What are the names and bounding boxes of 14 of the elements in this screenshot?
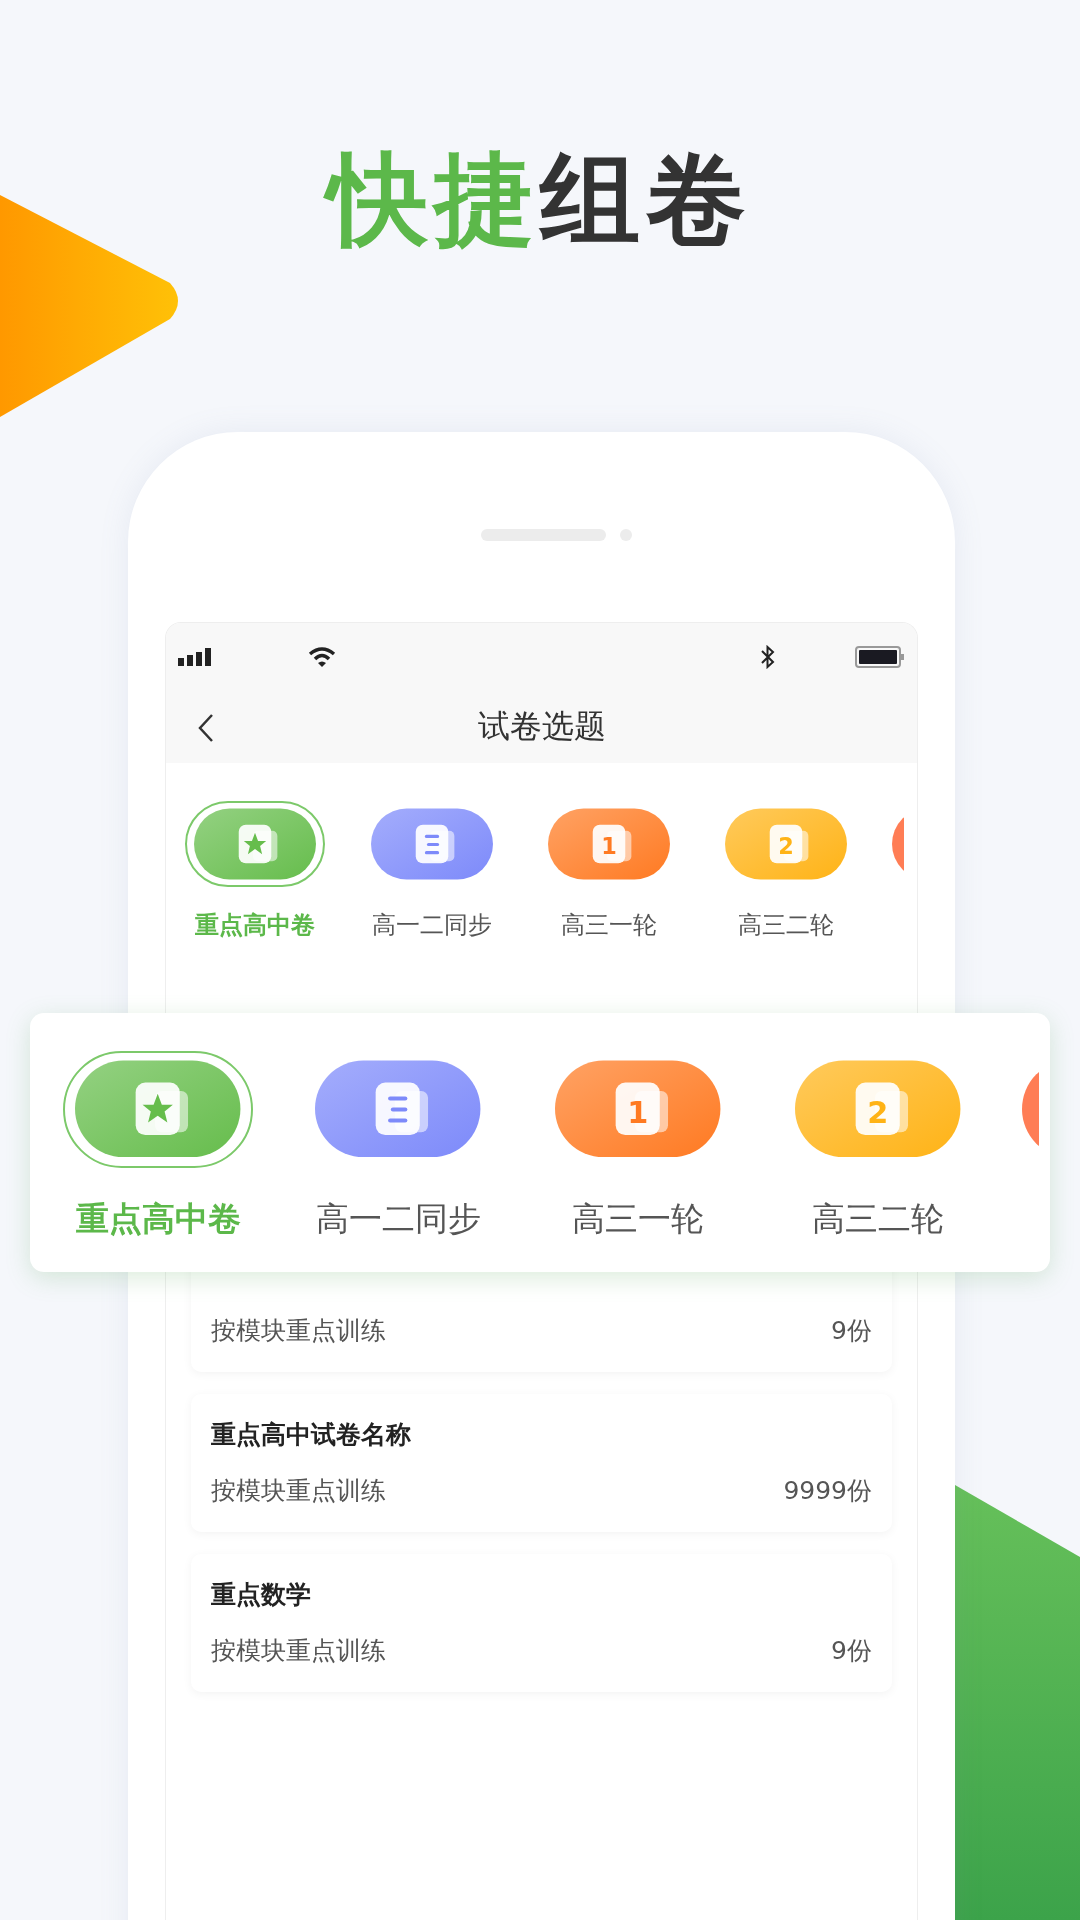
- paper-count: 9999份: [783, 1474, 872, 1507]
- paper-count: 9份: [831, 1314, 872, 1347]
- screen-title: 试卷选题: [477, 706, 606, 747]
- document-pill-icon: 1: [555, 1060, 721, 1159]
- document-pill-icon: 1: [547, 808, 670, 880]
- paper-subtitle: 按模块重点训练: [211, 1634, 386, 1667]
- paper-title: 重点高中试卷名称: [211, 1418, 412, 1451]
- paper-subtitle: 按模块重点训练: [211, 1474, 386, 1507]
- paper-count: 9份: [831, 1634, 872, 1667]
- paper-title: 重点数学: [211, 1578, 312, 1611]
- document-pill-icon: 2: [724, 808, 847, 880]
- headline: 快捷组卷: [0, 0, 1080, 255]
- document-pill-icon: 2: [795, 1060, 961, 1159]
- paper-subtitle: 按模块重点训练: [211, 1314, 386, 1347]
